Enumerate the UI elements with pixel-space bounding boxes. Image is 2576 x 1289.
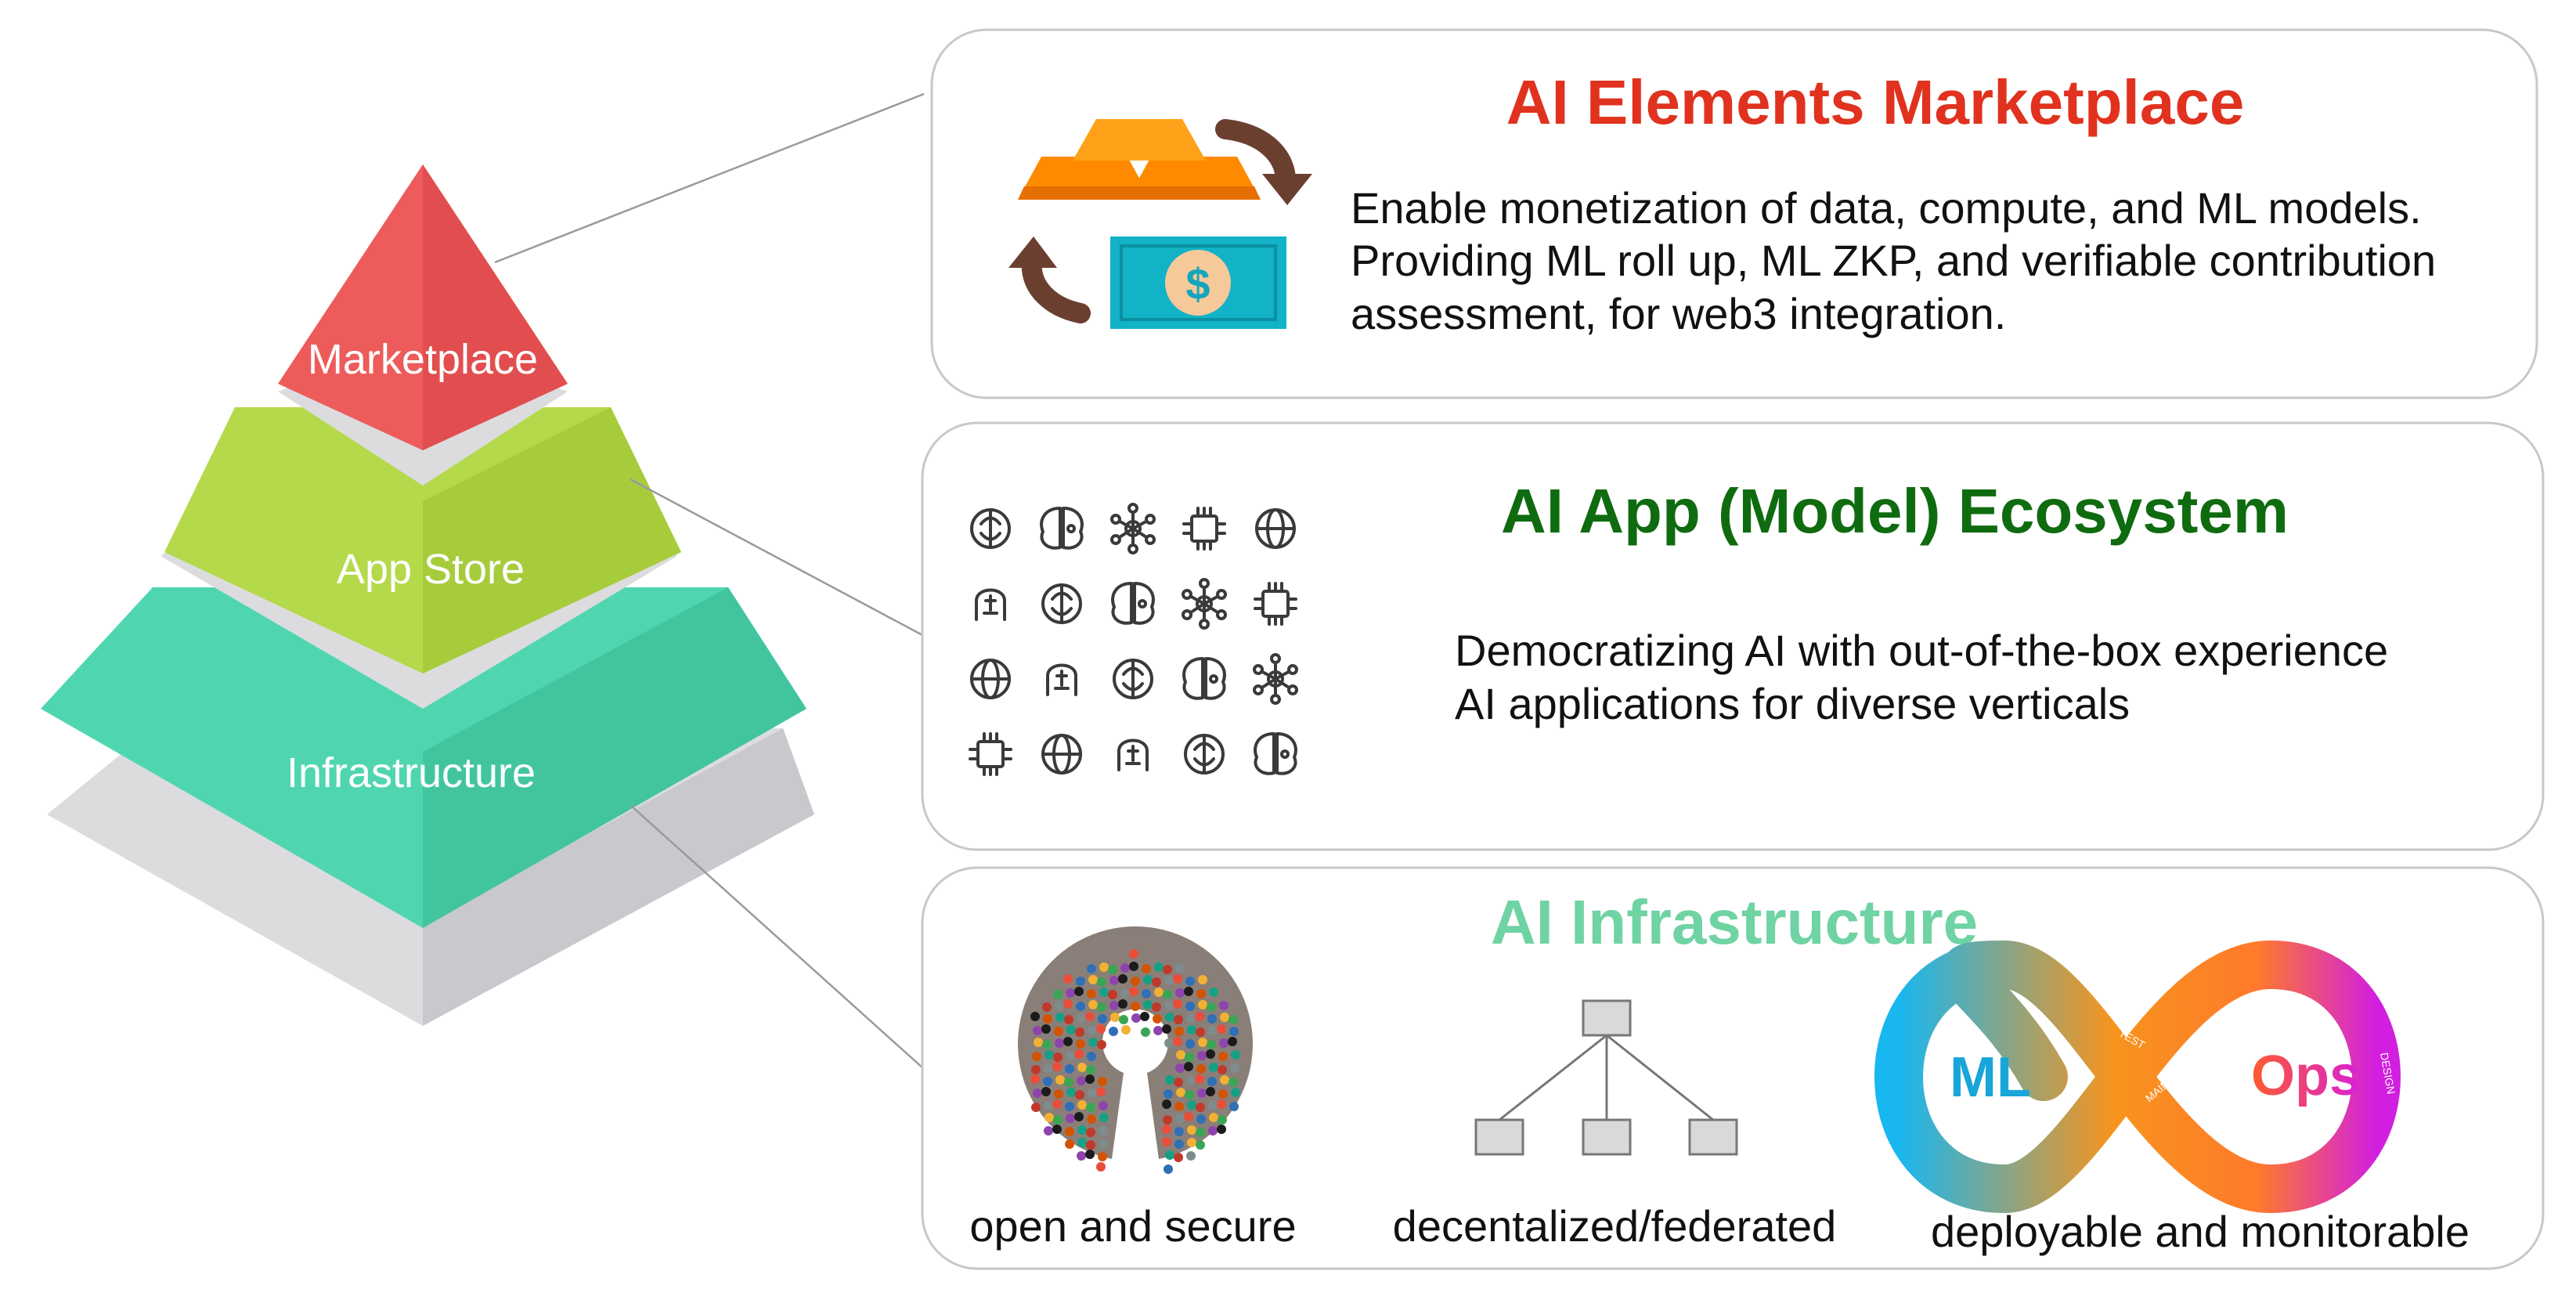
marketplace-panel: AI Elements Marketplace Enable monetizat… bbox=[930, 28, 2538, 399]
ecosystem-panel: AI App (Model) Ecosystem Democratizing A… bbox=[921, 421, 2545, 851]
diagram-canvas: Infrastructure App Store Marketplace AI … bbox=[41, 28, 2545, 1270]
app-store-tier-label: App Store bbox=[337, 546, 525, 593]
connector-infrastructure bbox=[630, 804, 925, 1070]
ecosystem-line-2: AI applications for diverse verticals bbox=[1455, 679, 2130, 728]
ecosystem-title: AI App (Model) Ecosystem bbox=[1501, 476, 2289, 546]
mlops-ml-text: ML bbox=[1950, 1046, 2031, 1109]
marketplace-title: AI Elements Marketplace bbox=[1506, 67, 2245, 137]
deployable-monitorable-caption: deployable and monitorable bbox=[1931, 1207, 2470, 1256]
infrastructure-title: AI Infrastructure bbox=[1491, 887, 1978, 957]
mlops-ops-text: Ops bbox=[2251, 1045, 2361, 1107]
open-and-secure-caption: open and secure bbox=[969, 1201, 1296, 1251]
marketplace-line-1: Enable monetization of data, compute, an… bbox=[1351, 183, 2422, 233]
decentralized-federated-caption: decentalized/federated bbox=[1393, 1201, 1837, 1251]
infrastructure-tier-label: Infrastructure bbox=[287, 749, 536, 796]
pyramid: Infrastructure App Store Marketplace bbox=[41, 164, 814, 1026]
marketplace-tier-label: Marketplace bbox=[308, 336, 538, 383]
infrastructure-panel: AI Infrastructure open and secure decent… bbox=[921, 866, 2545, 1270]
ecosystem-line-1: Democratizing AI with out-of-the-box exp… bbox=[1455, 626, 2388, 675]
connector-marketplace bbox=[494, 92, 925, 264]
marketplace-line-3: assessment, for web3 integration. bbox=[1351, 289, 2006, 338]
marketplace-line-2: Providing ML roll up, ML ZKP, and verifi… bbox=[1351, 236, 2436, 285]
dollar-bill-icon: $ bbox=[1110, 236, 1286, 329]
svg-text:$: $ bbox=[1185, 259, 1210, 309]
